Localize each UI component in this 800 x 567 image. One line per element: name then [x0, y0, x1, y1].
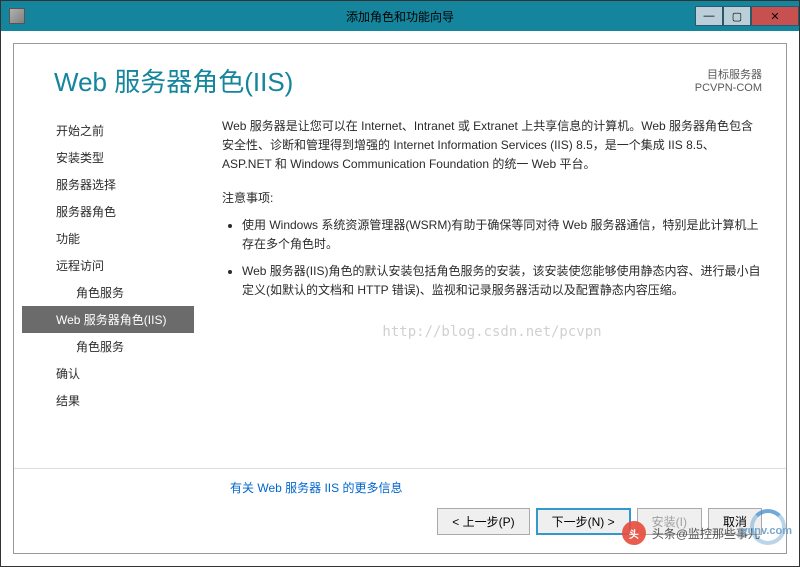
sidebar-item-results[interactable]: 结果	[22, 387, 194, 414]
target-value: PCVPN-COM	[695, 82, 762, 94]
intro-paragraph: Web 服务器是让您可以在 Internet、Intranet 或 Extran…	[222, 117, 762, 175]
more-info-link[interactable]: 有关 Web 服务器 IIS 的更多信息	[14, 479, 786, 508]
titlebar: 添加角色和功能向导 — ▢ ✕	[1, 1, 799, 31]
sidebar-item-role-services-2[interactable]: 角色服务	[22, 333, 194, 360]
target-server-info: 目标服务器 PCVPN-COM	[695, 66, 762, 94]
app-icon	[9, 8, 25, 24]
wizard-sidebar: 开始之前 安装类型 服务器选择 服务器角色 功能 远程访问 角色服务 Web 服…	[14, 117, 194, 468]
sidebar-item-server-roles[interactable]: 服务器角色	[22, 198, 194, 225]
iyun-watermark: iyunv.com	[738, 525, 792, 537]
target-label: 目标服务器	[695, 66, 762, 82]
content-panel: Web 服务器是让您可以在 Internet、Intranet 或 Extran…	[194, 117, 786, 468]
prev-button[interactable]: < 上一步(P)	[437, 508, 529, 535]
page-title: Web 服务器角色(IIS)	[54, 62, 293, 99]
note-bullet-2: Web 服务器(IIS)角色的默认安装包括角色服务的安装，该安装使您能够使用静态…	[242, 262, 762, 300]
sidebar-item-confirm[interactable]: 确认	[22, 360, 194, 387]
sidebar-item-server-selection[interactable]: 服务器选择	[22, 171, 194, 198]
sidebar-item-iis-role[interactable]: Web 服务器角色(IIS)	[22, 306, 194, 333]
window-title: 添加角色和功能向导	[346, 8, 454, 25]
sidebar-item-begin[interactable]: 开始之前	[22, 117, 194, 144]
header: Web 服务器角色(IIS) 目标服务器 PCVPN-COM	[14, 44, 786, 117]
sidebar-item-install-type[interactable]: 安装类型	[22, 144, 194, 171]
sidebar-item-features[interactable]: 功能	[22, 225, 194, 252]
sidebar-item-remote-access[interactable]: 远程访问	[22, 252, 194, 279]
next-button[interactable]: 下一步(N) >	[536, 508, 631, 535]
maximize-button[interactable]: ▢	[723, 6, 751, 26]
minimize-button[interactable]: —	[695, 6, 723, 26]
notes-list: 使用 Windows 系统资源管理器(WSRM)有助于确保等同对待 Web 服务…	[222, 216, 762, 301]
close-button[interactable]: ✕	[751, 6, 799, 26]
note-bullet-1: 使用 Windows 系统资源管理器(WSRM)有助于确保等同对待 Web 服务…	[242, 216, 762, 254]
sidebar-item-role-services-1[interactable]: 角色服务	[22, 279, 194, 306]
blog-watermark: http://blog.csdn.net/pcvpn	[222, 321, 762, 343]
notes-title: 注意事项:	[222, 189, 762, 208]
window-controls: — ▢ ✕	[695, 6, 799, 26]
toutiao-icon: 头	[622, 521, 646, 545]
